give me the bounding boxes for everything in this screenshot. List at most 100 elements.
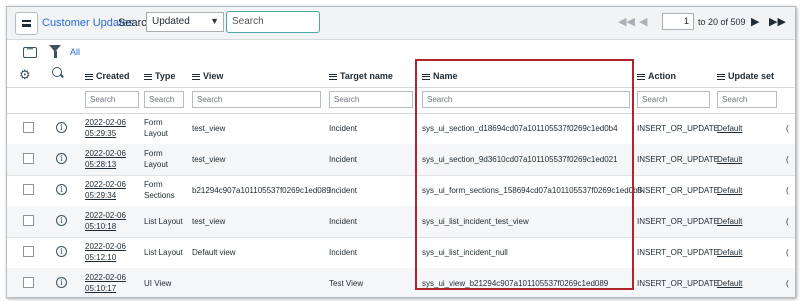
- target-cell: Incident: [329, 155, 358, 164]
- created-time-link[interactable]: 05:10:17: [85, 283, 126, 294]
- view-cell: b21294c907a101105537f0269c1ed089: [192, 186, 331, 195]
- page-number-input[interactable]: 1: [662, 13, 694, 30]
- created-cell[interactable]: 2022-02-06 05:12:10: [85, 241, 126, 263]
- column-menu-icon[interactable]: [637, 73, 645, 80]
- created-date-link[interactable]: 2022-02-06: [85, 179, 126, 190]
- search-icon[interactable]: [52, 67, 62, 77]
- name-cell: sys_ui_form_sections_158694cd07a10110553…: [422, 186, 643, 195]
- created-time-link[interactable]: 05:10:18: [85, 221, 126, 232]
- action-cell: INSERT_OR_UPDATE: [637, 279, 719, 288]
- column-header-action[interactable]: Action: [637, 71, 676, 81]
- search-input[interactable]: Search: [226, 11, 320, 33]
- created-date-link[interactable]: 2022-02-06: [85, 117, 126, 128]
- action-search-input[interactable]: Search: [637, 91, 710, 108]
- column-menu-icon[interactable]: [144, 73, 152, 80]
- action-cell: INSERT_OR_UPDATE: [637, 248, 719, 257]
- column-header-name[interactable]: Name: [422, 71, 458, 81]
- truncated-cell: (: [786, 186, 789, 195]
- created-time-link[interactable]: 05:28:13: [85, 159, 126, 170]
- row-checkbox[interactable]: [23, 153, 34, 164]
- info-icon[interactable]: i: [56, 277, 67, 288]
- type-line-2: Layout: [144, 129, 169, 138]
- column-label: View: [203, 71, 224, 81]
- created-search-input[interactable]: Search: [85, 91, 139, 108]
- action-cell: INSERT_OR_UPDATE: [637, 217, 719, 226]
- truncated-cell: (: [786, 155, 789, 164]
- column-header-update-set[interactable]: Update set: [717, 71, 774, 81]
- created-time-link[interactable]: 05:29:34: [85, 190, 126, 201]
- info-icon[interactable]: i: [56, 215, 67, 226]
- update-set-link[interactable]: Default: [717, 185, 742, 196]
- created-date-link[interactable]: 2022-02-06: [85, 241, 126, 252]
- list-header-bar: Customer Updates Search Updated ▼ Search…: [7, 7, 795, 40]
- column-header-row: ⚙ Created Type View Target name Name Act…: [7, 63, 795, 88]
- row-checkbox[interactable]: [23, 246, 34, 257]
- column-menu-icon[interactable]: [422, 73, 430, 80]
- column-header-type[interactable]: Type: [144, 71, 175, 81]
- update-set-link[interactable]: Default: [717, 123, 742, 134]
- created-cell[interactable]: 2022-02-06 05:10:17: [85, 272, 126, 294]
- column-menu-icon[interactable]: [329, 73, 337, 80]
- chat-icon[interactable]: •••: [23, 47, 37, 58]
- table-row[interactable]: i 2022-02-06 05:29:34 Form Sections b212…: [7, 175, 795, 207]
- table-row[interactable]: i 2022-02-06 05:29:35 Form Layout test_v…: [7, 113, 795, 145]
- created-cell[interactable]: 2022-02-06 05:29:35: [85, 117, 126, 139]
- type-cell: UI View: [144, 279, 172, 288]
- name-cell: sys_ui_view_b21294c907a101105537f0269c1e…: [422, 279, 609, 288]
- truncated-cell: (: [786, 248, 789, 257]
- column-header-view[interactable]: View: [192, 71, 223, 81]
- table-row[interactable]: i 2022-02-06 05:10:18 List Layout test_v…: [7, 206, 795, 238]
- table-row[interactable]: i 2022-02-06 05:10:17 UI View Test View …: [7, 268, 795, 297]
- info-icon[interactable]: i: [56, 184, 67, 195]
- search-field-select[interactable]: Updated ▼: [146, 12, 224, 32]
- next-page-icon[interactable]: ▶: [751, 15, 759, 28]
- created-date-link[interactable]: 2022-02-06: [85, 148, 126, 159]
- info-icon[interactable]: i: [56, 122, 67, 133]
- column-header-created[interactable]: Created: [85, 71, 130, 81]
- type-search-input[interactable]: Search: [144, 91, 184, 108]
- type-line-1: Form: [144, 180, 163, 189]
- target-cell: Incident: [329, 124, 358, 133]
- column-header-target-name[interactable]: Target name: [329, 71, 393, 81]
- prev-page-icon[interactable]: ◀: [639, 15, 647, 28]
- info-icon[interactable]: i: [56, 246, 67, 257]
- info-icon[interactable]: i: [56, 153, 67, 164]
- created-time-link[interactable]: 05:29:35: [85, 128, 126, 139]
- type-cell: Form Sections: [144, 179, 175, 201]
- update-set-link[interactable]: Default: [717, 278, 742, 289]
- target-cell: Incident: [329, 186, 358, 195]
- action-cell: INSERT_OR_UPDATE: [637, 124, 719, 133]
- type-line-1: Form: [144, 149, 163, 158]
- column-menu-icon[interactable]: [717, 73, 725, 80]
- created-date-link[interactable]: 2022-02-06: [85, 272, 126, 283]
- row-checkbox[interactable]: [23, 277, 34, 288]
- breadcrumb-all[interactable]: All: [70, 47, 80, 57]
- update-set-link[interactable]: Default: [717, 216, 742, 227]
- list-menu-button[interactable]: [15, 12, 38, 35]
- created-date-link[interactable]: 2022-02-06: [85, 210, 126, 221]
- filter-icon[interactable]: [49, 45, 61, 58]
- truncated-cell: (: [786, 279, 789, 288]
- table-row[interactable]: i 2022-02-06 05:12:10 List Layout Defaul…: [7, 237, 795, 269]
- update-set-link[interactable]: Default: [717, 247, 742, 258]
- table-row[interactable]: i 2022-02-06 05:28:13 Form Layout test_v…: [7, 144, 795, 176]
- created-cell[interactable]: 2022-02-06 05:28:13: [85, 148, 126, 170]
- column-menu-icon[interactable]: [85, 73, 93, 80]
- chevron-down-icon: ▼: [210, 16, 219, 26]
- first-page-icon[interactable]: ◀◀: [618, 15, 635, 28]
- column-menu-icon[interactable]: [192, 73, 200, 80]
- created-time-link[interactable]: 05:12:10: [85, 252, 126, 263]
- view-search-input[interactable]: Search: [192, 91, 321, 108]
- last-page-icon[interactable]: ▶▶: [769, 15, 786, 28]
- created-cell[interactable]: 2022-02-06 05:29:34: [85, 179, 126, 201]
- gear-icon[interactable]: ⚙: [19, 67, 31, 83]
- row-checkbox[interactable]: [23, 215, 34, 226]
- created-cell[interactable]: 2022-02-06 05:10:18: [85, 210, 126, 232]
- update-set-search-input[interactable]: Search: [717, 91, 777, 108]
- update-set-link[interactable]: Default: [717, 154, 742, 165]
- row-checkbox[interactable]: [23, 122, 34, 133]
- row-checkbox[interactable]: [23, 184, 34, 195]
- target-search-input[interactable]: Search: [329, 91, 413, 108]
- name-search-input[interactable]: Search: [422, 91, 630, 108]
- type-cell: List Layout: [144, 217, 183, 226]
